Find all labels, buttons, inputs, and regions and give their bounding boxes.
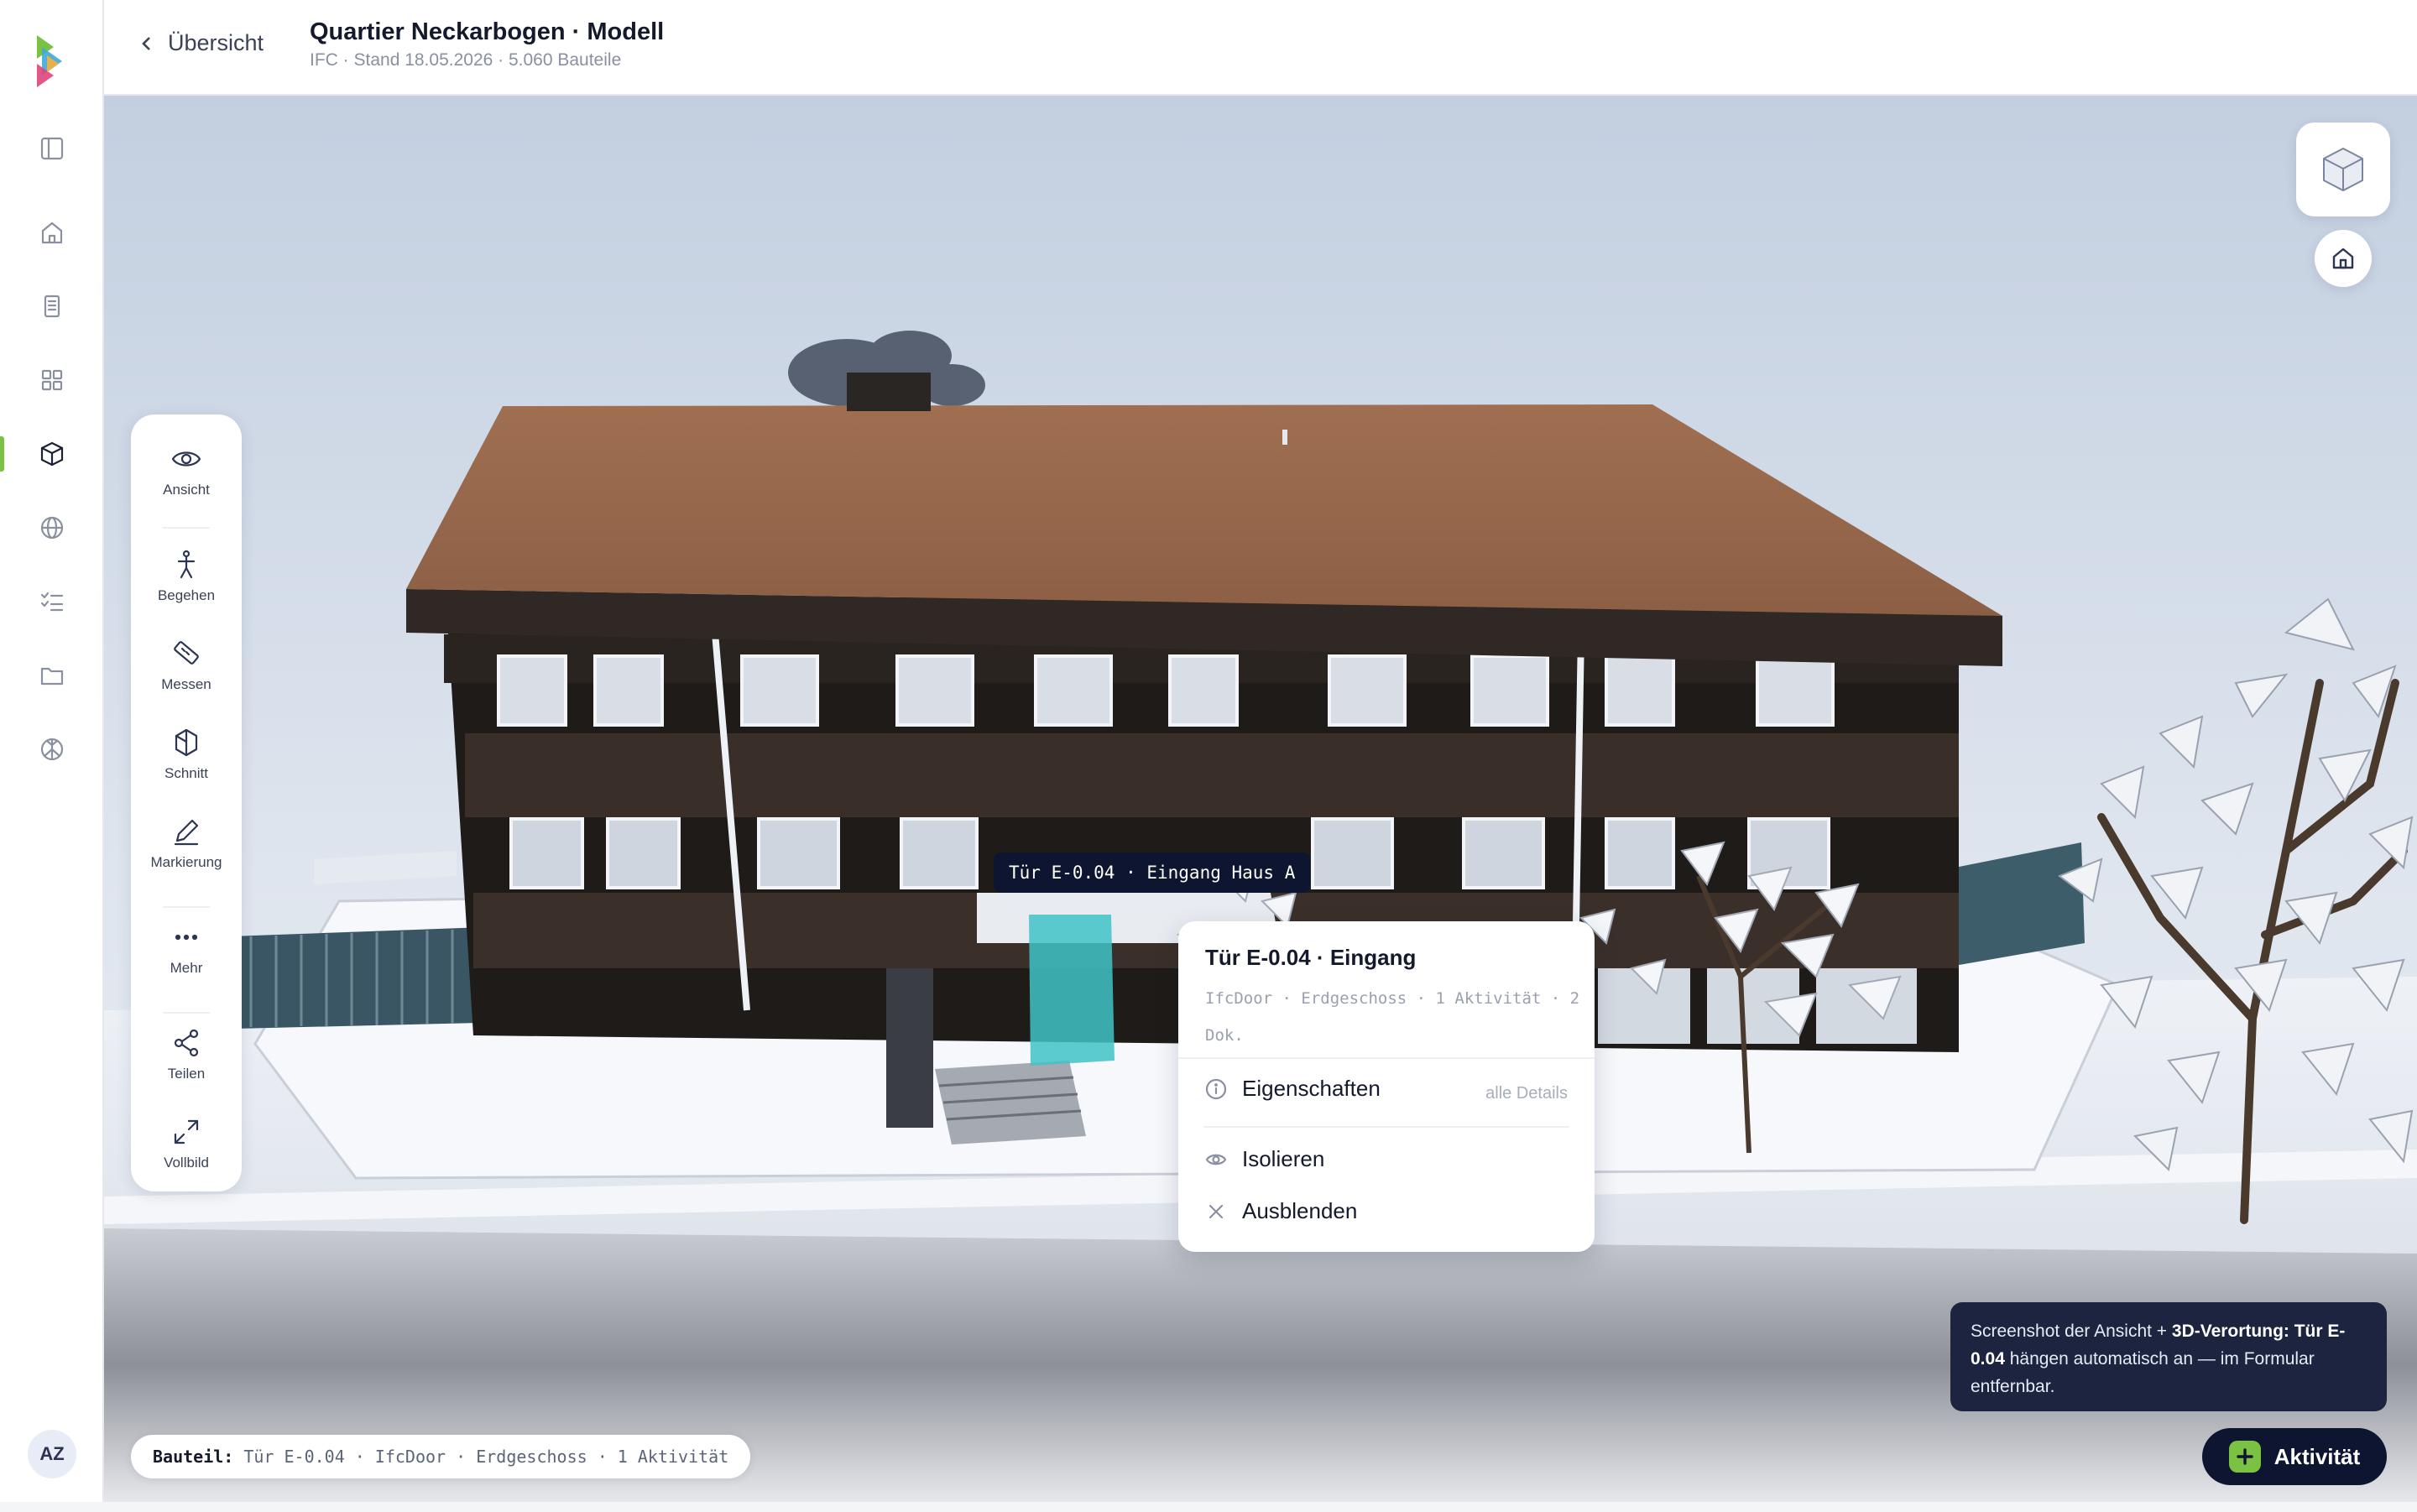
- tool-share[interactable]: Teilen: [131, 1027, 242, 1082]
- add-activity-button[interactable]: Aktivität: [2202, 1428, 2387, 1485]
- element-label[interactable]: Tür E-0.04 · Eingang Haus A: [994, 852, 1311, 893]
- all-details-link[interactable]: alle Details: [1485, 1084, 1568, 1103]
- chevron-left-icon: [142, 36, 150, 50]
- tool-measure[interactable]: Messen: [131, 638, 242, 693]
- selection-status: Bauteil: Tür E-0.04 · IfcDoor · Erdgesch…: [131, 1435, 751, 1478]
- tool-fullscreen[interactable]: Vollbild: [131, 1116, 242, 1171]
- back-label: Übersicht: [168, 30, 264, 55]
- isolate-item[interactable]: Isolieren: [1205, 1146, 1324, 1172]
- tool-label-walk: Begehen: [157, 587, 216, 603]
- sidebar-toggle-icon: [40, 137, 64, 160]
- page-title: Quartier Neckarbogen · Modell: [310, 18, 665, 45]
- eye-icon: [1205, 1154, 1227, 1165]
- rail-item-tasks[interactable]: [0, 574, 104, 629]
- tool-section[interactable]: Schnitt: [131, 727, 242, 782]
- tool-divider: [163, 1012, 210, 1014]
- folder-icon: [40, 667, 64, 686]
- element-context-menu: Tür E-0.04 · Eingang IfcDoor · Erdgescho…: [1178, 921, 1595, 1252]
- element-title: Tür E-0.04 · Eingang: [1205, 945, 1417, 970]
- dashboard-icon: [41, 369, 63, 391]
- tool-divider: [163, 527, 210, 529]
- back-link[interactable]: Übersicht: [138, 30, 264, 56]
- status-key: Bauteil:: [153, 1447, 234, 1467]
- rail-item-files[interactable]: [0, 648, 104, 703]
- tool-label-view: Ansicht: [163, 482, 210, 498]
- section-icon: [175, 728, 198, 757]
- tool-more[interactable]: Mehr: [131, 921, 242, 977]
- tool-palette: Ansicht Begehen Messen Schnitt Markierun…: [131, 414, 242, 1191]
- globe-icon: [40, 516, 64, 540]
- home-icon: [41, 222, 63, 244]
- hint-suffix: hängen automatisch an — im Formular entf…: [1971, 1349, 2315, 1396]
- properties-label: Eigenschaften: [1242, 1076, 1381, 1101]
- element-meta: IfcDoor · Erdgeschoss · 1 Aktivität · 2 …: [1205, 989, 1580, 1045]
- tool-label-share: Teilen: [167, 1066, 206, 1082]
- hide-label: Ausblenden: [1242, 1198, 1358, 1223]
- sidebar-toggle-button[interactable]: [0, 121, 104, 176]
- rail-item-network[interactable]: [0, 722, 104, 777]
- rail-item-documents[interactable]: [0, 279, 104, 334]
- screenshot-hint: Screenshot der Ansicht + 3D-Verortung: T…: [1950, 1302, 2387, 1411]
- hint-prefix: Screenshot der Ansicht +: [1971, 1322, 2172, 1341]
- tool-label-measure: Messen: [161, 676, 211, 692]
- page-header: Übersicht Quartier Neckarbogen · Modell …: [104, 0, 2417, 96]
- rail-item-home[interactable]: [0, 205, 104, 260]
- divider: [1178, 1057, 1595, 1059]
- tool-label-markup: Markierung: [150, 854, 222, 870]
- rail-item-model[interactable]: [0, 426, 104, 482]
- page-subtitle: IFC · Stand 18.05.2026 · 5.060 Bauteile: [310, 50, 622, 70]
- home-view-button[interactable]: [2315, 230, 2372, 287]
- app-rail: AZ: [0, 0, 104, 1502]
- document-icon: [44, 295, 60, 318]
- tool-label-fullscreen: Vollbild: [164, 1155, 209, 1170]
- status-details: IfcDoor · Erdgeschoss · 1 Aktivität: [374, 1447, 729, 1467]
- tool-divider: [163, 906, 210, 908]
- tool-markup[interactable]: Markierung: [131, 816, 242, 871]
- eye-icon: [171, 451, 201, 467]
- model-viewport[interactable]: Ansicht Begehen Messen Schnitt Markierun…: [104, 96, 2417, 1502]
- tool-label-section: Schnitt: [164, 765, 208, 781]
- status-separator: ·: [354, 1447, 365, 1467]
- home-icon: [2332, 248, 2354, 269]
- add-activity-label: Aktivität: [2273, 1443, 2361, 1469]
- ruler-icon: [174, 641, 199, 665]
- hide-item[interactable]: Ausblenden: [1205, 1198, 1357, 1224]
- network-icon: [40, 738, 64, 761]
- cube-icon: [40, 441, 64, 467]
- info-icon: [1205, 1078, 1227, 1099]
- share-icon: [174, 1029, 199, 1057]
- view-cube[interactable]: [2296, 123, 2390, 216]
- plus-icon: [2228, 1441, 2261, 1473]
- pen-icon: [174, 819, 199, 846]
- divider: [1203, 1126, 1569, 1128]
- building-model-render[interactable]: [104, 96, 2417, 1502]
- rail-item-map[interactable]: [0, 500, 104, 555]
- status-element: Tür E-0.04: [243, 1447, 345, 1467]
- properties-item[interactable]: Eigenschaften: [1205, 1076, 1381, 1102]
- rail-item-dashboard[interactable]: [0, 352, 104, 408]
- walk-icon: [177, 550, 196, 579]
- tool-label-more: Mehr: [170, 960, 203, 976]
- more-icon: [175, 934, 198, 941]
- tool-view[interactable]: Ansicht: [131, 443, 242, 498]
- fullscreen-icon: [174, 1119, 199, 1144]
- close-icon: [1208, 1204, 1224, 1218]
- tool-walk[interactable]: Begehen: [131, 549, 242, 604]
- isolate-label: Isolieren: [1242, 1146, 1325, 1171]
- checklist-icon: [40, 592, 64, 612]
- app-logo: [37, 35, 62, 87]
- avatar[interactable]: AZ: [28, 1430, 76, 1478]
- cube-icon: [2323, 148, 2363, 191]
